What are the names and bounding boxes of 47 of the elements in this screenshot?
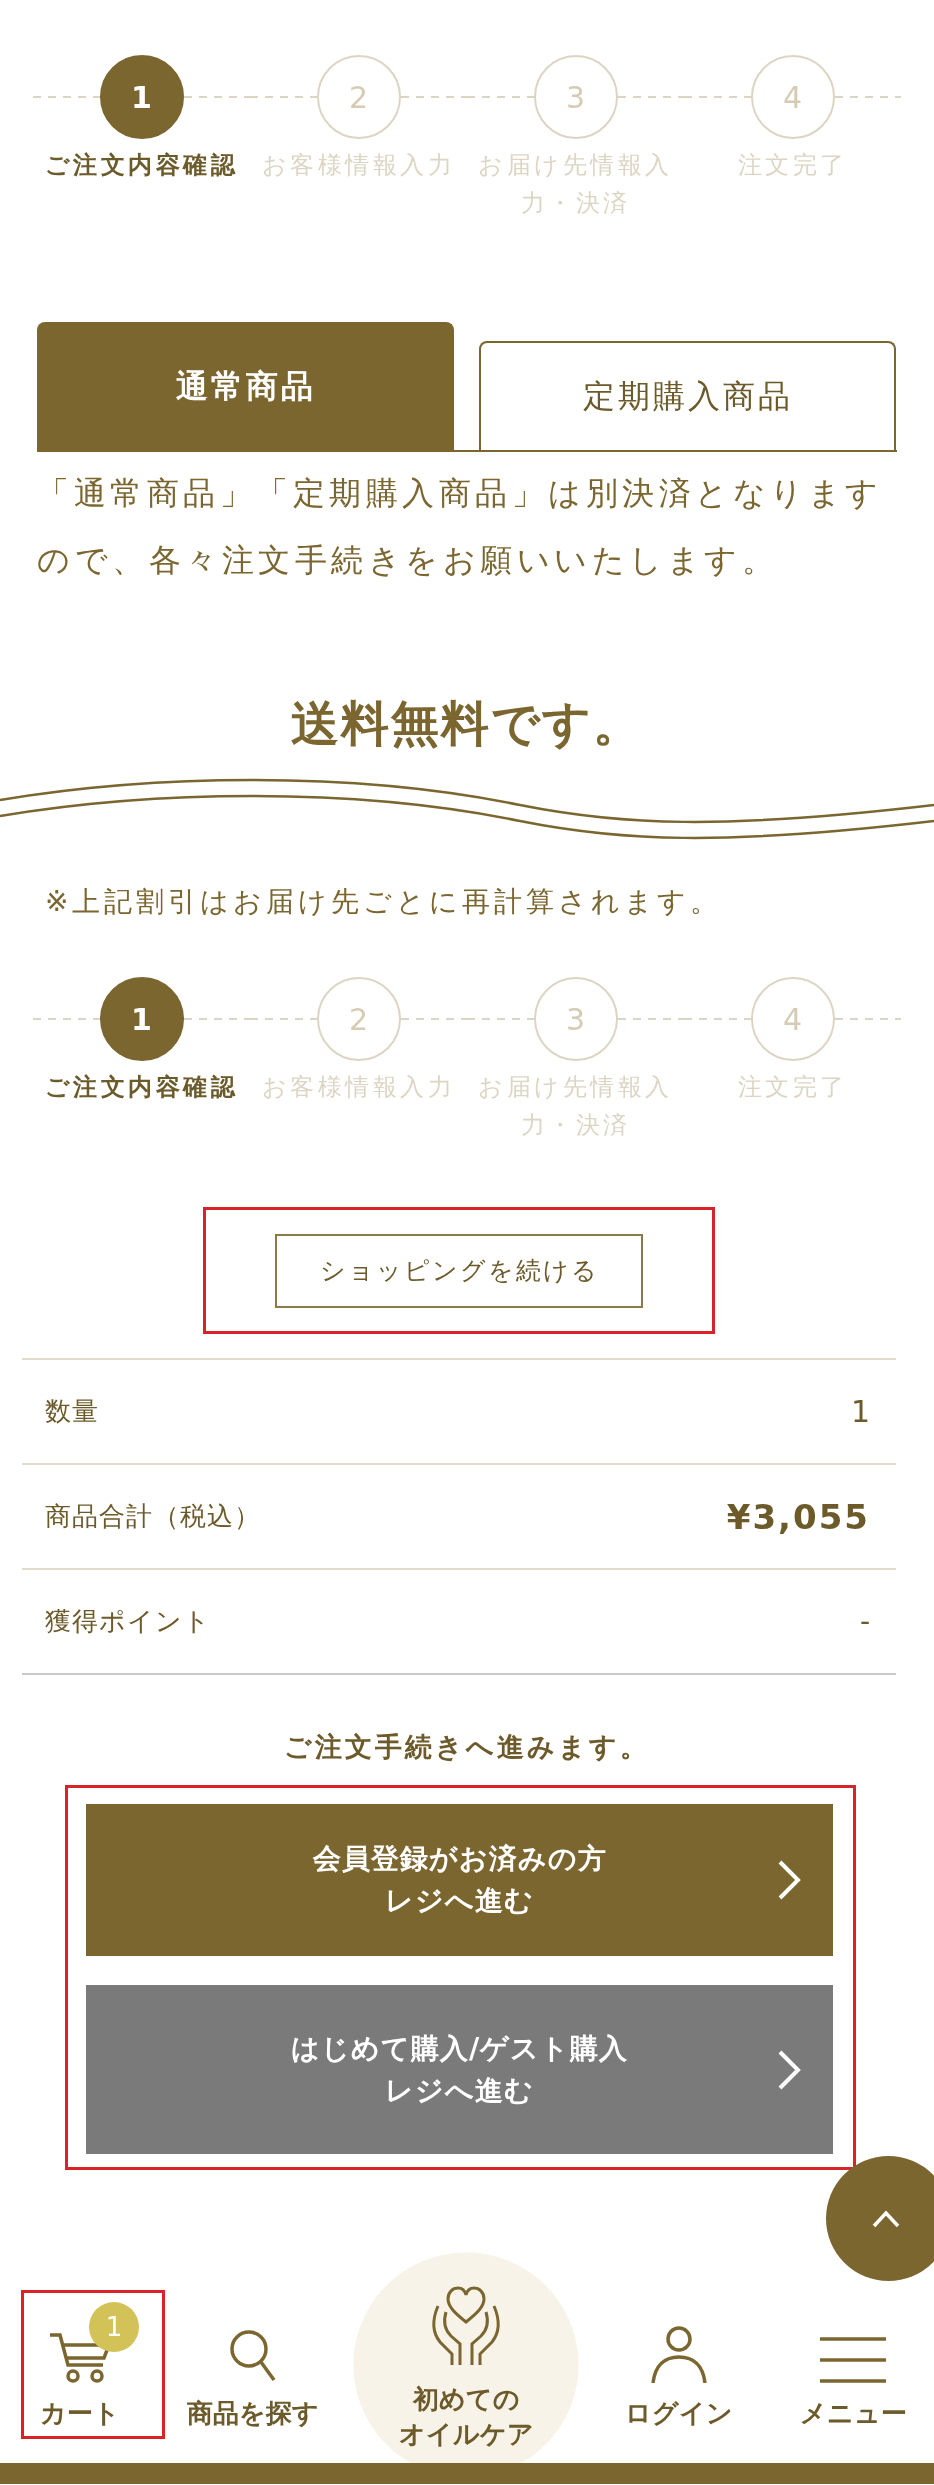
checkout-button[interactable]: はじめて購入/ゲスト購入 レジへ進む (86, 1985, 833, 2154)
step-number: 3 (533, 55, 618, 139)
step-label: ご注文内容確認 (43, 1072, 240, 1103)
step-number: 1 (99, 55, 184, 139)
step-connector (834, 96, 901, 98)
step-connector (33, 1018, 100, 1020)
nav-item[interactable]: カート 1 (21, 2290, 165, 2439)
person-icon (649, 2325, 709, 2383)
chevron-right-icon (777, 2048, 801, 2091)
tab[interactable]: 通常商品 (37, 322, 454, 450)
step-number: 1 (99, 977, 184, 1061)
step-connector (834, 1018, 901, 1020)
tab[interactable]: 定期購入商品 (479, 341, 896, 450)
chevron-right-icon (777, 1859, 801, 1901)
nav-item[interactable]: メニュー (799, 2337, 907, 2439)
checkout-heading: ご注文手続きへ進みます。 (283, 1730, 651, 1764)
step-number: 4 (750, 977, 835, 1061)
nav-item[interactable]: 初めての オイルケア (353, 2252, 579, 2463)
step-number: 3 (533, 977, 618, 1061)
step-label: お届け先情報入力・決済 (477, 1072, 674, 1141)
step-label: お届け先情報入力・決済 (477, 150, 674, 219)
note-text: ※上記割引はお届け先ごとに再計算されます。 (45, 884, 724, 920)
step-label: 注文完了 (736, 1072, 849, 1103)
count-badge: 1 (89, 2302, 139, 2352)
summary-value: - (859, 1605, 870, 1638)
step-number: 4 (750, 55, 835, 139)
step-label: お客様情報入力 (260, 1072, 457, 1103)
nav-item[interactable]: ログイン (625, 2325, 733, 2439)
summary-label: 獲得ポイント (45, 1605, 211, 1638)
step-number: 2 (316, 55, 401, 139)
summary-value: ¥3,055 (726, 1496, 870, 1537)
notice-text: 「通常商品」「定期購入商品」は別決済となりますので、各々注文手続きをお願いいたします。 (37, 473, 884, 581)
step-label: 注文完了 (736, 150, 849, 181)
menu-icon (820, 2337, 886, 2383)
checkout-button[interactable]: 会員登録がお済みの方 レジへ進む (86, 1804, 833, 1956)
summary-value: 1 (850, 1394, 870, 1429)
step-label: ご注文内容確認 (43, 150, 240, 181)
step-connector (33, 96, 100, 98)
search-icon (229, 2329, 277, 2383)
nav-item[interactable]: 商品を探す (187, 2329, 319, 2439)
chevron-up-icon (871, 2209, 901, 2228)
free-shipping-title: 送料無料です。 (290, 694, 644, 753)
step-number: 2 (316, 977, 401, 1061)
summary-label: 商品合計（税込） (45, 1500, 261, 1533)
step-label: お客様情報入力 (260, 150, 457, 181)
continue-shopping-button[interactable]: ショッピングを続ける (275, 1233, 643, 1308)
summary-label: 数量 (45, 1395, 99, 1428)
